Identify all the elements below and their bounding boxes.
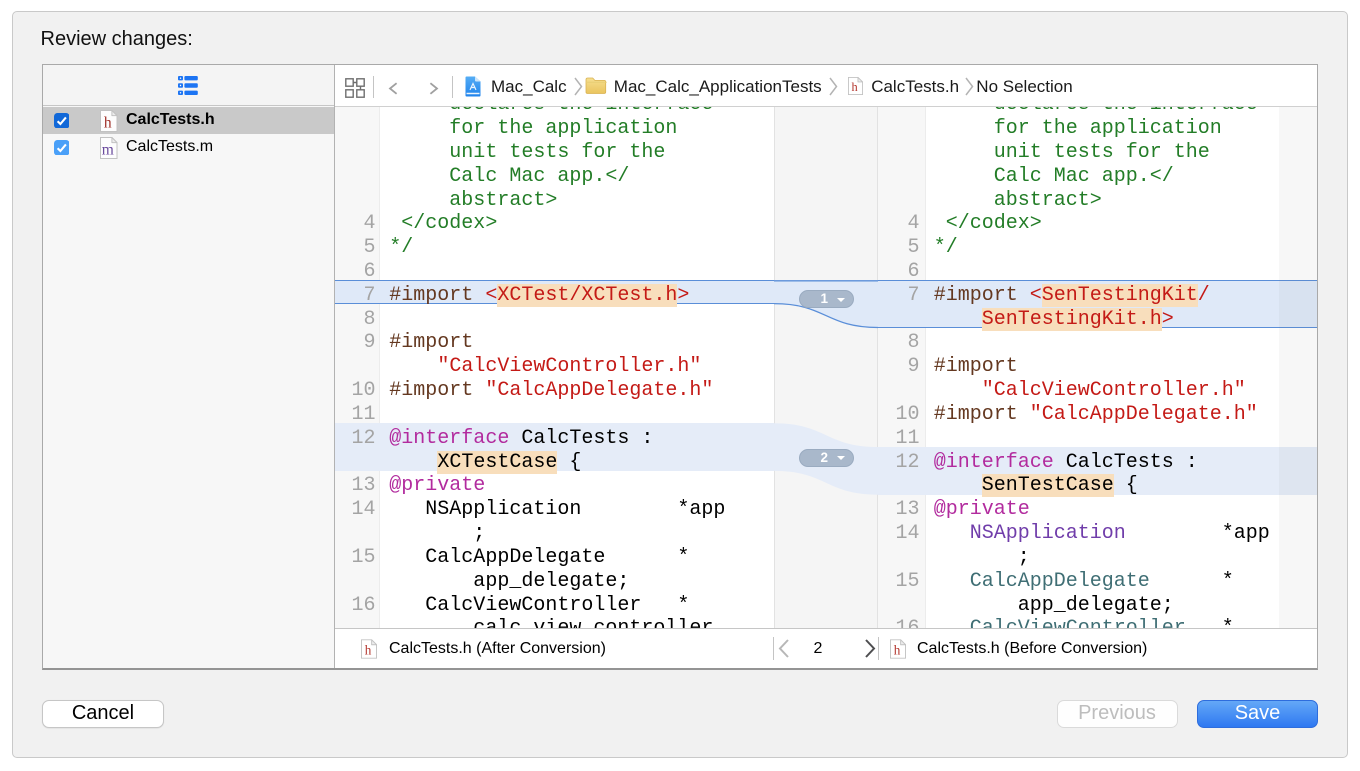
svg-text:h: h [894,643,901,658]
svg-text:m: m [102,142,114,159]
svg-text:h: h [104,115,112,132]
svg-text:h: h [365,643,372,658]
svg-text:h: h [851,80,858,94]
